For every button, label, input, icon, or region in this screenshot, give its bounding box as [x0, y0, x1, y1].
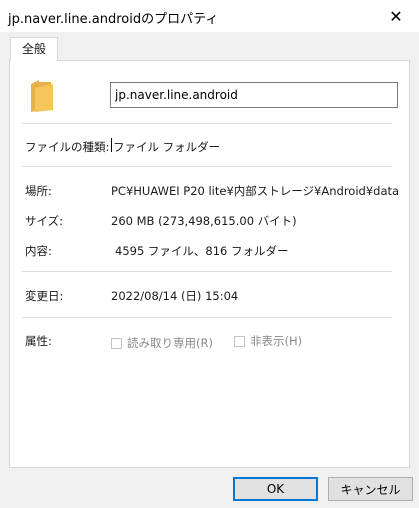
cancel-button[interactable]: キャンセル [328, 477, 413, 501]
hidden-label: 非表示(H) [250, 334, 303, 348]
tab-general[interactable]: 全般 [10, 37, 58, 61]
type-value[interactable]: ファイル フォルダー [113, 139, 220, 155]
contents-label: 内容: [25, 244, 52, 258]
type-label: ファイルの種類: [25, 140, 110, 154]
text-caret [111, 138, 112, 152]
close-icon: ✕ [389, 6, 403, 26]
general-panel: ファイルの種類: ファイル フォルダー 場所: PC¥HUAWEI P20 li… [9, 60, 410, 468]
window-title: jp.naver.line.androidのプロパティ [8, 12, 219, 27]
title-bar[interactable]: jp.naver.line.androidのプロパティ ✕ [0, 0, 419, 32]
folder-name-input[interactable] [110, 82, 398, 108]
folder-icon [31, 80, 53, 112]
modified-value[interactable]: 2022/08/14 (日) 15:04 [111, 288, 238, 304]
separator [22, 271, 392, 272]
separator [22, 317, 392, 318]
attributes-label: 属性: [25, 334, 52, 348]
contents-value[interactable]: 4595 ファイル、816 フォルダー [115, 243, 289, 259]
checkbox-box[interactable] [234, 335, 245, 347]
checkbox-box[interactable] [111, 337, 122, 349]
location-value[interactable]: PC¥HUAWEI P20 lite¥内部ストレージ¥Android¥data [111, 183, 399, 199]
size-label: サイズ: [25, 214, 64, 228]
separator [22, 166, 392, 167]
readonly-label: 読み取り専用(R) [127, 336, 213, 350]
location-label: 場所: [25, 184, 52, 198]
close-button[interactable]: ✕ [373, 0, 419, 32]
separator [22, 123, 392, 124]
readonly-checkbox[interactable]: 読み取り専用(R) [111, 335, 213, 351]
modified-label: 変更日: [25, 289, 64, 303]
hidden-checkbox[interactable]: 非表示(H) [234, 333, 302, 349]
ok-button[interactable]: OK [233, 477, 318, 501]
size-value[interactable]: 260 MB (273,498,615.00 バイト) [111, 213, 297, 229]
